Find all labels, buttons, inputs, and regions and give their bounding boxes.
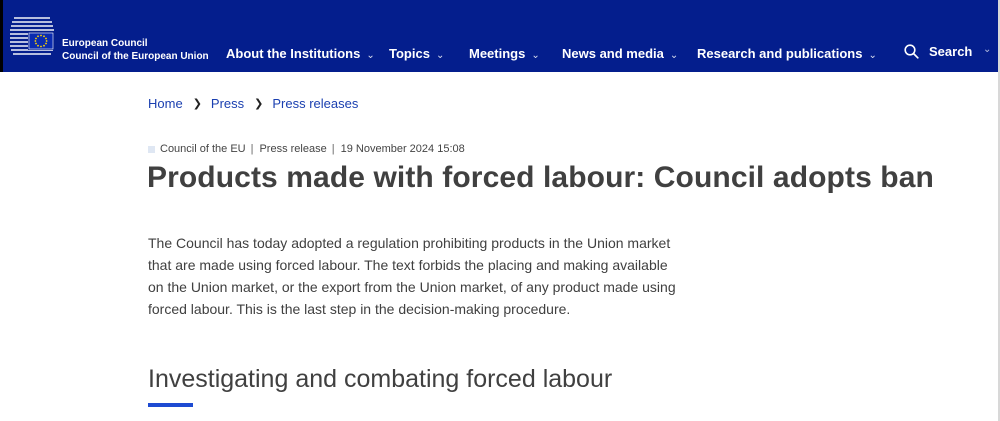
organisation-name[interactable]: European Council Council of the European…	[62, 37, 209, 63]
search-icon	[904, 44, 919, 59]
chevron-right-icon: ❯	[192, 98, 202, 110]
nav-label: About the Institutions	[226, 46, 361, 61]
breadcrumb-home[interactable]: Home	[148, 96, 183, 111]
chevron-down-icon: ⌄	[435, 50, 445, 61]
heading-underline	[148, 403, 193, 407]
org-line-1: European Council	[62, 38, 148, 49]
search-button[interactable]: Search	[904, 44, 972, 59]
nav-news-and-media[interactable]: News and media ⌄	[562, 46, 678, 61]
article-meta: Council of the EU | Press release | 19 N…	[148, 143, 465, 155]
lead-paragraph: The Council has today adopted a regulati…	[148, 235, 676, 317]
page-title: Products made with forced labour: Counci…	[147, 161, 934, 194]
nav-meetings[interactable]: Meetings ⌄	[469, 46, 540, 61]
chevron-right-icon: ❯	[254, 98, 264, 110]
breadcrumb-press-releases[interactable]: Press releases	[272, 96, 358, 111]
section-heading: Investigating and combating forced labou…	[148, 365, 613, 393]
left-edge	[0, 0, 3, 72]
search-label: Search	[929, 44, 973, 59]
nav-label: Topics	[389, 46, 430, 61]
nav-label: News and media	[562, 46, 664, 61]
more-chevron-icon[interactable]: ⌄	[983, 44, 991, 55]
flag-icon	[148, 145, 155, 153]
nav-about-institutions[interactable]: About the Institutions ⌄	[226, 46, 375, 61]
breadcrumb: Home ❯ Press ❯ Press releases	[148, 96, 358, 111]
top-navigation-bar: European Council Council of the European…	[0, 0, 1000, 72]
chevron-down-icon: ⌄	[868, 50, 877, 61]
nav-research-publications[interactable]: Research and publications ⌄	[697, 46, 877, 61]
meta-divider: |	[250, 143, 254, 155]
org-line-2: Council of the European Union	[62, 51, 209, 62]
chevron-down-icon: ⌄	[531, 50, 540, 61]
nav-topics[interactable]: Topics ⌄	[389, 46, 444, 61]
meta-datetime: 19 November 2024 15:08	[340, 143, 465, 155]
breadcrumb-press[interactable]: Press	[211, 96, 244, 111]
nav-label: Meetings	[469, 46, 526, 61]
chevron-down-icon: ⌄	[669, 50, 679, 61]
meta-type: Press release	[259, 143, 327, 155]
chevron-down-icon: ⌄	[366, 50, 375, 61]
meta-source: Council of the EU	[160, 143, 246, 155]
nav-label: Research and publications	[697, 46, 863, 61]
meta-divider: |	[331, 143, 335, 155]
eu-stars-logo-icon[interactable]	[6, 14, 58, 60]
